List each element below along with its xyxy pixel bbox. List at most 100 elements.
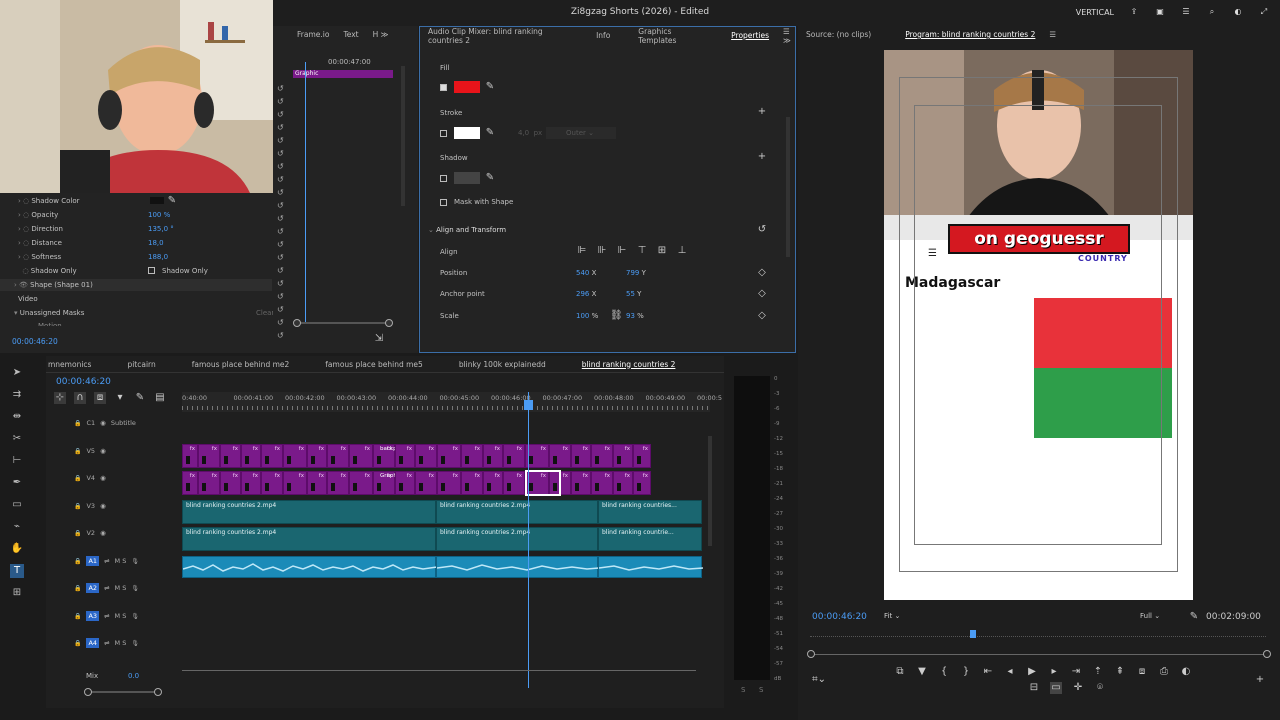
fill-color-swatch[interactable] [454, 81, 480, 93]
tab-graphics-templates[interactable]: Graphics Templates [638, 27, 703, 45]
add-shadow-icon[interactable]: + [756, 151, 768, 163]
v2-clip-3[interactable]: blind ranking countrie... [598, 527, 702, 551]
menu-icon[interactable]: ☰ [1180, 6, 1192, 18]
timeline-playhead[interactable] [528, 392, 529, 688]
reset-parameter-icon[interactable]: ↺ [277, 305, 291, 317]
graphic-clip[interactable]: fx [198, 471, 220, 495]
stroke-eyedropper-icon[interactable]: ✎ [484, 127, 496, 139]
fit-select[interactable]: Fit ⌄ [884, 612, 926, 620]
selected-clip[interactable] [525, 470, 561, 496]
reset-parameter-icon[interactable]: ↺ [277, 97, 291, 109]
mask-checkbox[interactable] [440, 199, 447, 206]
graphic-clip[interactable]: fx [415, 471, 437, 495]
fill-eyedropper-icon[interactable]: ✎ [484, 81, 496, 93]
insert-icon[interactable]: ⧉ [894, 666, 906, 678]
settings-wrench-icon[interactable]: ✎ [1188, 611, 1200, 623]
workspace-label[interactable]: VERTICAL [1076, 8, 1114, 17]
track-id[interactable]: V5 [86, 447, 95, 455]
eye-icon[interactable]: ◉ [100, 529, 106, 537]
effects-timecode[interactable]: 00:00:46:20 [12, 337, 58, 346]
sequence-tab[interactable]: blinky 100k explainedd [459, 360, 546, 369]
reset-parameter-icon[interactable]: ↺ [277, 162, 291, 174]
v3-clip-3[interactable]: blind ranking countries... [598, 500, 702, 524]
hand-tool-icon[interactable]: ✋ [10, 542, 24, 556]
graphic-clip[interactable]: fx [437, 444, 461, 468]
graphic-clip[interactable]: fx [549, 444, 571, 468]
graphic-clip[interactable]: fx Graphic [373, 471, 401, 495]
graphic-clip[interactable]: fx [261, 444, 283, 468]
graphic-clip[interactable]: fx [220, 471, 241, 495]
tab-program[interactable]: Program: blind ranking countries 2 [905, 30, 1035, 39]
graphic-clip[interactable]: fx [283, 444, 307, 468]
direction-value[interactable]: 135,0 ° [148, 225, 174, 233]
linked-selection-icon[interactable]: ∩ [74, 392, 86, 404]
mini-scroll-handle-right[interactable] [385, 319, 393, 327]
program-frame[interactable]: on geoguessr COUNTRY ☰ Madagascar [884, 50, 1193, 600]
add-marker-timeline-icon[interactable]: ▾ [114, 392, 126, 404]
comparison-icon[interactable]: ⊟ [1028, 682, 1040, 694]
program-zoom-bar[interactable] [810, 654, 1266, 655]
sync-icon[interactable]: ⇌ [104, 584, 109, 592]
align-left-icon[interactable]: ⊫ [576, 245, 588, 257]
align-center-icon[interactable]: ⊪ [596, 245, 608, 257]
graphic-clip[interactable]: fx [461, 471, 483, 495]
stroke-checkbox[interactable] [440, 130, 447, 137]
step-back-icon[interactable]: ◂ [1004, 666, 1016, 678]
track-header-a2[interactable]: 🔒 A2 ⇌ M S 🎙 [74, 581, 182, 595]
graphic-clip[interactable]: fx [503, 444, 525, 468]
tab-properties[interactable]: Properties [731, 31, 769, 40]
export-frame-monitor-icon[interactable]: ⎙ [1158, 666, 1170, 678]
sequence-tab[interactable]: pitcairn [127, 360, 155, 369]
reset-parameter-icon[interactable]: ↺ [277, 110, 291, 122]
share-icon[interactable]: ⇪ [1128, 6, 1140, 18]
program-zoom-right[interactable] [1263, 650, 1271, 658]
reset-transform-icon[interactable]: ↺ [756, 224, 768, 236]
scale-y-field[interactable]: 93 % [626, 312, 644, 320]
graphic-clip[interactable]: fx [307, 471, 327, 495]
selection-tool-icon[interactable]: ➤ [10, 366, 24, 380]
track-id[interactable]: V2 [86, 529, 95, 537]
track-select-tool-icon[interactable]: ⇉ [10, 388, 24, 402]
extract-icon[interactable]: ⇞ [1114, 666, 1126, 678]
multicam-icon[interactable]: ✛ [1072, 682, 1084, 694]
overwrite-icon[interactable]: ⧈ [1136, 666, 1148, 678]
sequence-tab[interactable]: mnemonics [48, 360, 91, 369]
masks-section[interactable]: ▾ Unassigned Masks [14, 309, 84, 317]
caption-tool-icon[interactable]: ⊞ [10, 586, 24, 600]
align-top-icon[interactable]: ⊤ [636, 245, 648, 257]
softness-value[interactable]: 188,0 [148, 253, 168, 261]
mic-icon[interactable]: 🎙 [131, 558, 139, 565]
quality-select[interactable]: Full ⌄ [1140, 612, 1160, 620]
tab-frameio[interactable]: Frame.io [297, 30, 329, 39]
v3-clip-2[interactable]: blind ranking countries 2.mp4 [436, 500, 598, 524]
sequence-tab[interactable]: famous place behind me5 [325, 360, 423, 369]
reset-parameter-icon[interactable]: ↺ [277, 136, 291, 148]
align-middle-icon[interactable]: ⊞ [656, 245, 668, 257]
program-timecode[interactable]: 00:00:46:20 [812, 612, 867, 622]
tab-audio-clip-mixer[interactable]: Audio Clip Mixer: blind ranking countrie… [428, 27, 568, 45]
mini-scroll-track[interactable] [295, 322, 391, 324]
eye-icon[interactable]: ◉ [100, 419, 106, 427]
graphic-clip[interactable]: fx [633, 471, 651, 495]
track-header-a4[interactable]: 🔒 A4 ⇌ M S 🎙 [74, 636, 182, 650]
program-zoom-left[interactable] [807, 650, 815, 658]
sync-icon[interactable]: ⇌ [104, 612, 109, 620]
position-y-field[interactable]: 799 Y [626, 269, 646, 277]
graphic-clip[interactable]: fx [613, 471, 633, 495]
captions-icon[interactable]: ▤ [154, 392, 166, 404]
lock-icon[interactable]: 🔒 [74, 475, 81, 482]
zoom-handle-left[interactable] [84, 688, 92, 696]
mix-value[interactable]: 0.0 [128, 672, 139, 680]
timeline-timecode[interactable]: 00:00:46:20 [56, 377, 111, 387]
lock-icon[interactable]: 🔒 [74, 448, 81, 455]
link-scale-icon[interactable]: ⛓ [610, 310, 623, 322]
tab-info[interactable]: Info [596, 31, 610, 40]
graphic-clip[interactable]: fx backp... [373, 444, 402, 468]
mini-vertical-scrollbar[interactable] [401, 66, 405, 206]
align-transform-header[interactable]: ⌄ Align and Transform [428, 226, 506, 234]
reset-parameter-icon[interactable]: ↺ [277, 123, 291, 135]
distance-value[interactable]: 18,0 [148, 239, 164, 247]
eyedropper-icon[interactable]: ✎ [166, 195, 178, 207]
track-header-a1[interactable]: 🔒 A1 ⇌ M S 🎙 [74, 554, 182, 568]
eye-icon[interactable]: ◉ [100, 447, 106, 455]
